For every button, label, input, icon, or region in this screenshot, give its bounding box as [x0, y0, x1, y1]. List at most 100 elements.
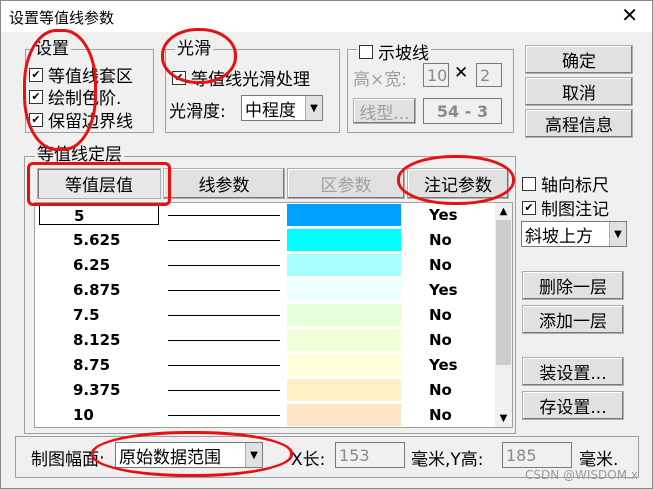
close-icon[interactable]: ✕	[621, 5, 638, 25]
checkbox-label: 绘制色阶.	[48, 89, 122, 109]
line-sample	[168, 415, 280, 416]
line-sample	[168, 265, 280, 266]
label-flag[interactable]: No	[429, 305, 452, 325]
checkbox-label: 制图注记	[541, 200, 609, 220]
color-swatch[interactable]	[287, 304, 401, 326]
table-row[interactable]: 8.75 Yes	[35, 353, 495, 378]
smooth-degree-select[interactable]: 中程度 ▼	[241, 95, 323, 121]
slope-height-field[interactable]: 10	[423, 63, 449, 87]
y-height-field[interactable]: 185	[502, 442, 572, 468]
tab-contour-values[interactable]: 等值层值	[37, 168, 161, 199]
color-swatch[interactable]	[287, 254, 401, 276]
title-bar: 设置等值线参数 ✕	[1, 1, 652, 32]
checkbox-label: 等值线光滑处理	[191, 70, 310, 90]
checkbox-label: 示坡线	[378, 44, 429, 64]
color-swatch[interactable]	[287, 354, 401, 376]
save-settings-button[interactable]: 存设置...	[522, 391, 624, 420]
line-type-button[interactable]: 线型...	[353, 98, 416, 124]
level-value[interactable]: 5	[39, 205, 159, 225]
slope-width-field[interactable]: 2	[476, 63, 502, 87]
chevron-down-icon: ▼	[305, 96, 322, 120]
checkbox-contour-smooth[interactable]: ✔ 等值线光滑处理	[172, 65, 310, 90]
checkbox-draw-color-scale[interactable]: ✔ 绘制色阶.	[29, 84, 121, 109]
extent-select[interactable]: 原始数据范围 ▼	[115, 442, 263, 468]
level-value[interactable]: 8.75	[39, 355, 159, 375]
check-icon: ✔	[172, 70, 186, 85]
checkbox-map-notes[interactable]: ✔ 制图注记	[522, 195, 609, 220]
table-row[interactable]: 7.5 No	[35, 303, 495, 328]
smooth-degree-value: 中程度	[245, 100, 296, 121]
color-swatch[interactable]	[287, 204, 401, 226]
list-scrollbar[interactable]: ▲ ▼	[495, 203, 512, 427]
load-settings-button[interactable]: 装设置...	[522, 357, 624, 386]
label-flag[interactable]: No	[429, 255, 452, 275]
level-value[interactable]: 9.375	[39, 380, 159, 400]
level-value[interactable]: 5.625	[39, 230, 159, 250]
watermark: CSDN @WISDOM.x	[524, 468, 638, 482]
color-swatch[interactable]	[287, 404, 401, 426]
color-swatch[interactable]	[287, 329, 401, 351]
checkbox-keep-boundary[interactable]: ✔ 保留边界线	[29, 107, 133, 132]
contour-level-list[interactable]: 5 Yes 5.625 No 6.25 No 6.875 Yes 7.5 No …	[34, 202, 513, 428]
tab-label-params[interactable]: 注记参数	[407, 168, 509, 199]
level-value[interactable]: 6.25	[39, 255, 159, 275]
scroll-down-icon[interactable]: ▼	[495, 410, 512, 427]
scroll-thumb[interactable]	[496, 220, 511, 365]
x-length-field[interactable]: 153	[335, 442, 405, 468]
check-icon: ✔	[29, 67, 43, 82]
delete-layer-button[interactable]: 删除一层	[522, 271, 624, 300]
checkbox-axis-ruler[interactable]: 轴向标尺	[522, 171, 609, 196]
slope-size-label: 高×宽:	[353, 70, 407, 90]
checkbox-label: 轴向标尺	[541, 176, 609, 196]
table-row[interactable]: 10 No	[35, 403, 495, 427]
tab-line-params[interactable]: 线参数	[163, 168, 285, 199]
tab-area-params[interactable]: 区参数	[287, 168, 405, 199]
extent-value: 原始数据范围	[119, 447, 221, 468]
check-icon: ✔	[29, 89, 43, 104]
label-flag[interactable]: Yes	[429, 205, 458, 225]
label-flag[interactable]: No	[429, 405, 452, 425]
cancel-button[interactable]: 取消	[525, 77, 633, 106]
label-flag[interactable]: No	[429, 380, 452, 400]
table-row[interactable]: 8.125 No	[35, 328, 495, 353]
line-sample	[168, 340, 280, 341]
x-length-label: X长:	[291, 450, 326, 470]
level-value[interactable]: 8.125	[39, 330, 159, 350]
add-layer-button[interactable]: 添加一层	[522, 305, 624, 334]
chevron-down-icon: ▼	[609, 222, 626, 246]
table-row[interactable]: 9.375 No	[35, 378, 495, 403]
line-sample	[168, 240, 280, 241]
elevation-info-button[interactable]: 高程信息	[525, 109, 633, 138]
scroll-up-icon[interactable]: ▲	[495, 203, 512, 220]
table-row[interactable]: 6.25 No	[35, 253, 495, 278]
checkbox-slope-line[interactable]: 示坡线	[357, 39, 431, 64]
mm-unit-label: 毫米.	[579, 450, 619, 470]
table-row[interactable]: 5 Yes	[35, 203, 495, 228]
label-flag[interactable]: Yes	[429, 355, 458, 375]
smooth-group-legend: 光滑	[175, 39, 213, 59]
table-row[interactable]: 5.625 No	[35, 228, 495, 253]
line-sample	[168, 315, 280, 316]
line-sample	[168, 290, 280, 291]
label-flag[interactable]: Yes	[429, 280, 458, 300]
line-sample	[168, 365, 280, 366]
level-value[interactable]: 6.875	[39, 280, 159, 300]
line-sample	[168, 215, 280, 216]
layer-group-legend: 等值线定层	[35, 145, 124, 165]
table-row[interactable]: 6.875 Yes	[35, 278, 495, 303]
line-type-value: 54 - 3	[423, 98, 502, 124]
checkbox-box	[522, 176, 536, 191]
color-swatch[interactable]	[287, 379, 401, 401]
level-value[interactable]: 7.5	[39, 305, 159, 325]
label-flag[interactable]: No	[429, 330, 452, 350]
check-icon: ✔	[522, 200, 536, 215]
level-value[interactable]: 10	[39, 405, 159, 425]
dialog-window: 设置等值线参数 ✕ 设置 ✔ 等值线套区 ✔ 绘制色阶. ✔ 保留边界线 光滑 …	[0, 0, 653, 489]
chevron-down-icon: ▼	[245, 443, 262, 467]
note-direction-select[interactable]: 斜坡上方 ▼	[521, 221, 627, 247]
color-swatch[interactable]	[287, 279, 401, 301]
ok-button[interactable]: 确定	[525, 45, 633, 74]
note-direction-value: 斜坡上方	[525, 226, 593, 247]
color-swatch[interactable]	[287, 229, 401, 251]
label-flag[interactable]: No	[429, 230, 452, 250]
